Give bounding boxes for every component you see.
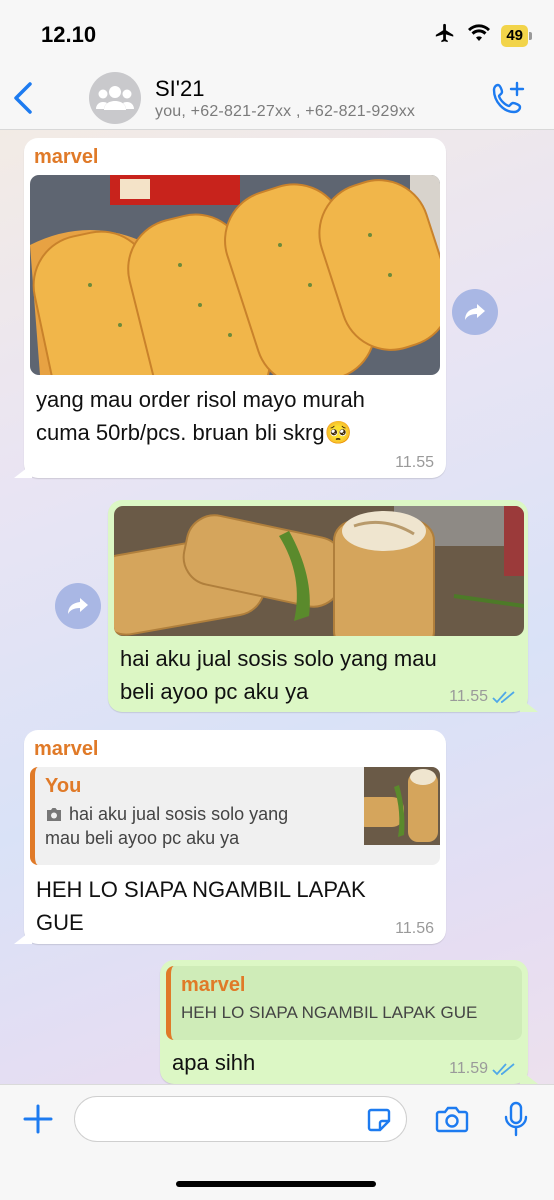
chat-header: SI'21 you, +62-821-27xx , +62-821-929xx (0, 66, 554, 130)
battery-indicator: 49 (501, 24, 532, 47)
message-time: 11.59 (449, 1060, 516, 1078)
plus-icon (23, 1104, 53, 1134)
forward-button[interactable] (55, 583, 101, 629)
chat-area[interactable]: marvel yang mau order risol mayo murah c… (0, 130, 554, 1084)
add-call-icon (492, 81, 525, 114)
voice-note-button[interactable] (496, 1097, 536, 1141)
quoted-message[interactable]: You hai aku jual sosis solo yang mau bel… (30, 767, 440, 865)
message-time: 11.56 (395, 920, 434, 937)
airplane-icon (433, 22, 457, 49)
quoted-sender: marvel (181, 974, 246, 996)
outgoing-message[interactable]: hai aku jual sosis solo yang mau beli ay… (108, 500, 528, 712)
message-time-value: 11.55 (449, 688, 488, 705)
camera-icon (47, 807, 61, 821)
group-icon (96, 86, 134, 110)
message-input[interactable] (74, 1096, 407, 1142)
read-tick-icon (492, 691, 515, 704)
message-line: GUE (36, 910, 84, 935)
forward-button[interactable] (452, 289, 498, 335)
sender-name: marvel (34, 738, 99, 760)
group-participants: you, +62-821-27xx , +62-821-929xx (155, 103, 416, 120)
photo-risol[interactable] (30, 175, 440, 375)
camera-button[interactable] (432, 1099, 472, 1139)
sticker-button[interactable] (366, 1107, 392, 1133)
attach-button[interactable] (18, 1099, 58, 1139)
input-bar (0, 1084, 554, 1200)
sticker-icon (367, 1108, 391, 1132)
camera-icon (435, 1106, 469, 1133)
back-icon (14, 82, 32, 114)
incoming-reply-message[interactable]: marvel You hai aku jual sosis solo yang … (24, 730, 446, 944)
quoted-text: HEH LO SIAPA NGAMBIL LAPAK GUE (181, 1003, 478, 1022)
outgoing-reply-message[interactable]: marvel HEH LO SIAPA NGAMBIL LAPAK GUE ap… (160, 960, 528, 1084)
add-call-button[interactable] (490, 80, 526, 116)
message-time: 11.55 (449, 688, 516, 706)
read-tick-icon (492, 1063, 515, 1076)
mic-icon (504, 1101, 528, 1137)
status-bar: 12.10 49 (0, 0, 554, 66)
sender-name: marvel (34, 146, 99, 168)
message-time: 11.55 (395, 454, 434, 471)
message-line: cuma 50rb/pcs. bruan bli skrg🥺 (36, 420, 352, 445)
message-time-value: 11.59 (449, 1060, 488, 1077)
back-button[interactable] (10, 78, 38, 118)
forward-icon (68, 598, 88, 614)
photo-sosis-solo[interactable] (114, 506, 524, 636)
quoted-thumbnail (364, 767, 440, 845)
message-line: hai aku jual sosis solo yang mau (120, 646, 437, 671)
message-text: HEH LO SIAPA NGAMBIL LAPAK GUE (30, 865, 440, 939)
status-icons: 49 (433, 22, 532, 49)
quoted-message[interactable]: marvel HEH LO SIAPA NGAMBIL LAPAK GUE (166, 966, 522, 1040)
message-text: yang mau order risol mayo murah cuma 50r… (30, 375, 440, 449)
quoted-line: hai aku jual sosis solo yang (69, 804, 289, 824)
group-avatar[interactable] (89, 72, 141, 124)
forward-icon (465, 304, 485, 320)
home-indicator (176, 1181, 376, 1187)
message-line: yang mau order risol mayo murah (36, 387, 365, 412)
group-title[interactable]: SI'21 (155, 76, 204, 102)
incoming-message[interactable]: marvel yang mau order risol mayo murah c… (24, 138, 446, 478)
message-line: HEH LO SIAPA NGAMBIL LAPAK (36, 877, 366, 902)
wifi-icon (467, 23, 491, 48)
status-time: 12.10 (41, 22, 97, 47)
